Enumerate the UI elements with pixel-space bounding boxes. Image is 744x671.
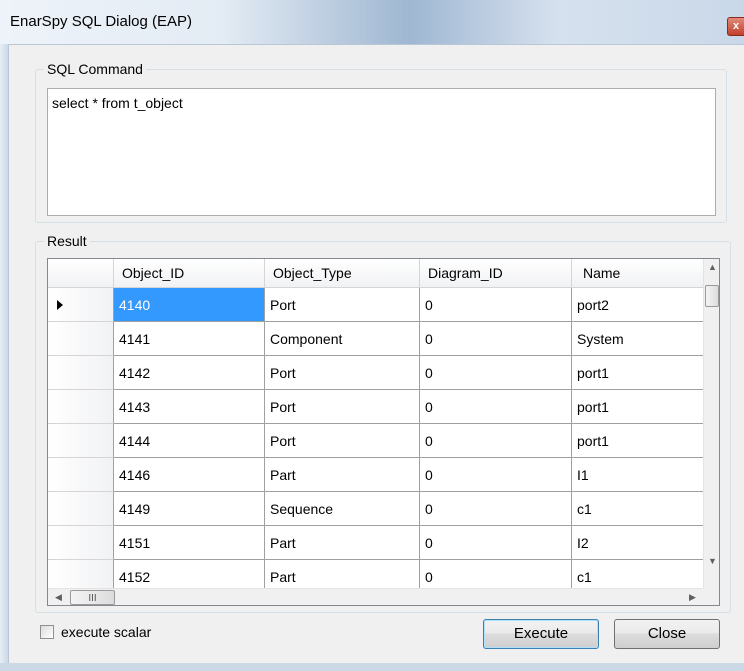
window-frame-left [0,0,8,671]
result-label: Result [44,233,90,249]
vertical-scrollbar[interactable]: ▲ ▼ [703,259,719,588]
table-cell[interactable]: 0 [420,322,572,356]
current-row-arrow-icon [57,300,63,310]
table-cell[interactable]: 4141 [114,322,265,356]
table-cell[interactable]: 4142 [114,356,265,390]
table-cell[interactable]: port2 [572,288,703,322]
table-cell[interactable]: I2 [572,526,703,560]
table-cell[interactable]: c1 [572,492,703,526]
grid-header-corner [48,259,114,288]
result-group: Result Object_ID Object_Type Diagram_ID Nam… [35,233,731,613]
table-cell[interactable]: port1 [572,390,703,424]
row-header[interactable] [48,322,114,356]
execute-scalar-label: execute scalar [61,624,152,640]
table-cell[interactable]: Part [265,560,420,588]
scroll-right-icon[interactable]: ▶ [684,589,701,605]
scrollbar-corner [703,588,719,605]
table-cell[interactable]: Port [265,390,420,424]
window-frame-bottom [0,663,744,671]
execute-button[interactable]: Execute [483,619,599,649]
table-cell[interactable]: System [572,322,703,356]
window-title: EnarSpy SQL Dialog (EAP) [10,13,193,30]
horizontal-scroll-thumb[interactable]: III [70,590,115,605]
table-cell[interactable]: Part [265,458,420,492]
scroll-left-icon[interactable]: ◀ [50,589,67,605]
row-header[interactable] [48,458,114,492]
table-cell[interactable]: 0 [420,560,572,588]
execute-scalar-checkbox[interactable] [40,625,54,639]
table-cell[interactable]: 4140 [114,288,265,322]
row-header[interactable] [48,526,114,560]
dialog-window: EnarSpy SQL Dialog (EAP) x SQL Command s… [0,0,744,671]
scroll-down-icon[interactable]: ▼ [704,553,719,570]
vertical-scroll-thumb[interactable] [705,285,719,307]
table-cell[interactable]: Port [265,424,420,458]
table-cell[interactable]: Sequence [265,492,420,526]
result-grid[interactable]: Object_ID Object_Type Diagram_ID Name 4140 Po… [47,258,720,606]
table-cell[interactable]: 0 [420,492,572,526]
table-cell[interactable]: Port [265,288,420,322]
table-cell[interactable]: 4149 [114,492,265,526]
table-cell[interactable]: Component [265,322,420,356]
close-window-icon[interactable]: x [727,17,744,36]
table-cell[interactable]: 4146 [114,458,265,492]
table-cell[interactable]: Port [265,356,420,390]
column-header[interactable]: Object_ID [114,259,265,288]
table-cell[interactable]: 4143 [114,390,265,424]
column-header[interactable]: Object_Type [265,259,420,288]
result-grid-body: Object_ID Object_Type Diagram_ID Name 4140 Po… [48,259,703,588]
table-cell[interactable]: port1 [572,424,703,458]
horizontal-scrollbar[interactable]: ◀ III ▶ [48,588,703,605]
table-cell[interactable]: 4144 [114,424,265,458]
titlebar[interactable]: EnarSpy SQL Dialog (EAP) x [0,0,744,44]
table-cell[interactable]: 0 [420,458,572,492]
row-header[interactable] [48,492,114,526]
table-cell[interactable]: I1 [572,458,703,492]
table-cell[interactable]: 0 [420,356,572,390]
close-button[interactable]: Close [614,619,720,649]
row-header[interactable] [48,560,114,588]
scroll-up-icon[interactable]: ▲ [704,259,719,276]
sql-command-group: SQL Command select * from t_object [35,61,727,223]
table-cell[interactable]: port1 [572,356,703,390]
table-cell[interactable]: 0 [420,424,572,458]
row-header[interactable] [48,390,114,424]
table-cell[interactable]: 4152 [114,560,265,588]
table-cell[interactable]: 0 [420,526,572,560]
sql-command-input[interactable]: select * from t_object [47,88,716,216]
column-header[interactable]: Name [572,259,703,288]
table-cell[interactable]: c1 [572,560,703,588]
row-header[interactable] [48,288,114,322]
table-cell[interactable]: 0 [420,390,572,424]
sql-command-label: SQL Command [44,61,146,77]
row-header[interactable] [48,424,114,458]
dialog-client-area: SQL Command select * from t_object Resul… [8,44,744,663]
column-header[interactable]: Diagram_ID [420,259,572,288]
table-cell[interactable]: 0 [420,288,572,322]
row-header[interactable] [48,356,114,390]
table-cell[interactable]: Part [265,526,420,560]
table-cell[interactable]: 4151 [114,526,265,560]
